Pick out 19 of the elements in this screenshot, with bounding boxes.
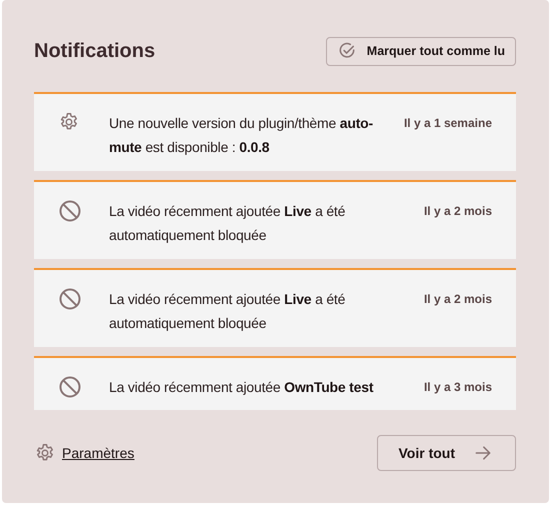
- notification-item[interactable]: La vidéo récemment ajoutée Live a été automatiquement bloquée Il y a 2 mois: [34, 268, 516, 347]
- notification-item[interactable]: Une nouvelle version du plugin/thème auto-mute est disponible : 0.0.8 Il y a 1 semaine: [34, 92, 516, 171]
- notification-time: Il y a 2 mois: [422, 203, 492, 220]
- notification-message: Une nouvelle version du plugin/thème auto-mute est disponible : 0.0.8: [109, 114, 374, 157]
- notification-item[interactable]: La vidéo récemment ajoutée OwnTube test Il y a 3 mois: [34, 356, 516, 410]
- notification-time: Il y a 2 mois: [422, 291, 492, 308]
- notification-message: La vidéo récemment ajoutée Live a été automatiquement bloquée: [109, 202, 346, 245]
- notification-item[interactable]: La vidéo récemment ajoutée Live a été automatiquement bloquée Il y a 2 mois: [34, 180, 516, 259]
- panel-title: Notifications: [34, 40, 156, 62]
- notification-message: La vidéo récemment ajoutée OwnTube test: [109, 378, 374, 397]
- blocked-icon: [58, 375, 82, 399]
- see-all-button[interactable]: Voir tout: [377, 435, 516, 471]
- notification-time: Il y a 3 mois: [422, 379, 492, 396]
- notification-message: La vidéo récemment ajoutée Live a été automatiquement bloquée: [109, 290, 346, 333]
- settings-link[interactable]: Paramètres: [34, 442, 134, 464]
- blocked-icon: [58, 199, 82, 223]
- blocked-icon: [58, 287, 82, 311]
- notification-time: Il y a 1 semaine: [402, 115, 492, 132]
- mark-all-read-button[interactable]: Marquer tout comme lu: [326, 36, 516, 66]
